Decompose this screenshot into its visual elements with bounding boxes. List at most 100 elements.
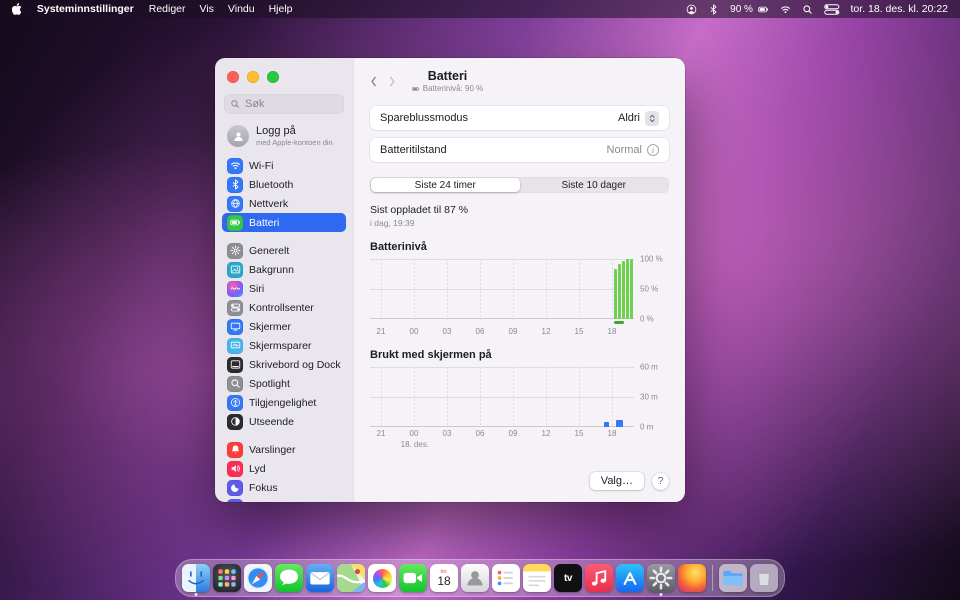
sidebar-item-spotlight[interactable]: Spotlight: [222, 374, 346, 393]
minimize-button[interactable]: [247, 71, 259, 83]
sidebar-item-bluetooth[interactable]: Bluetooth: [222, 175, 346, 194]
dock-item-music[interactable]: [585, 564, 613, 592]
search-input[interactable]: [245, 98, 338, 110]
y-tick-label: 0 %: [640, 315, 654, 324]
dock-item-messages[interactable]: [275, 564, 303, 592]
options-button[interactable]: Valg…: [590, 472, 644, 490]
x-tick-label: 15: [575, 327, 584, 336]
control-center-icon[interactable]: [824, 4, 840, 15]
bluetooth-icon: [227, 177, 243, 193]
sidebar-item-wifi[interactable]: Wi-Fi: [222, 156, 346, 175]
tv-app-icon: tv: [554, 564, 582, 592]
sidebar-item-label: Nettverk: [249, 198, 288, 210]
sign-in-row[interactable]: Logg på med Apple-kontoen din: [227, 125, 345, 147]
row-label: Batteritilstand: [380, 144, 447, 156]
menu-rediger[interactable]: Rediger: [149, 3, 186, 15]
sidebar-item-siri[interactable]: Siri: [222, 279, 346, 298]
dock-item-trash[interactable]: [750, 564, 778, 592]
dock-item-reminders[interactable]: [492, 564, 520, 592]
sidebar-item-fokus[interactable]: Fokus: [222, 478, 346, 497]
sidebar-item-skjermer[interactable]: Skjermer: [222, 317, 346, 336]
dock-item-contacts[interactable]: [461, 564, 489, 592]
dock-item-tv[interactable]: tv: [554, 564, 582, 592]
dock-item-notes[interactable]: [523, 564, 551, 592]
menu-vindu[interactable]: Vindu: [228, 3, 255, 15]
sidebar-item-label: Fokus: [249, 482, 278, 494]
sidebar-item-label: Skrivebord og Dock: [249, 359, 341, 371]
sidebar-item-lyd[interactable]: Lyd: [222, 459, 346, 478]
chart-bar: [618, 264, 621, 319]
chart-bar: [616, 420, 623, 427]
dock-item-downloads[interactable]: [719, 564, 747, 592]
speaker-icon: [227, 461, 243, 477]
menu-vis[interactable]: Vis: [200, 3, 214, 15]
bell-icon: [227, 442, 243, 458]
x-tick-label: 03: [443, 327, 452, 336]
dock-item-appstore[interactable]: [616, 564, 644, 592]
dock-item-safari[interactable]: [244, 564, 272, 592]
sidebar-item-label: Generelt: [249, 245, 289, 257]
segment-last-10-days[interactable]: Siste 10 dager: [520, 178, 669, 192]
apple-menu-icon[interactable]: [12, 3, 22, 15]
appstore-app-icon: [616, 564, 644, 592]
battery-icon[interactable]: [758, 4, 769, 15]
help-button[interactable]: ?: [652, 473, 669, 490]
bluetooth-icon[interactable]: [708, 4, 719, 15]
wifi-icon[interactable]: [780, 4, 791, 15]
window-controls: [215, 58, 353, 94]
sidebar-item-batteri[interactable]: Batteri: [222, 213, 346, 232]
sidebar-item-nettverk[interactable]: Nettverk: [222, 194, 346, 213]
low-power-mode-dropdown[interactable]: Aldri: [618, 111, 659, 126]
x-tick-label: 09: [509, 327, 518, 336]
hourglass-icon: [227, 499, 243, 503]
chevron-up-down-icon: [645, 111, 659, 126]
dock-item-system-settings[interactable]: [647, 564, 675, 592]
avatar: [227, 125, 249, 147]
x-tick-label: 21: [377, 429, 386, 438]
menubar-app-name[interactable]: Systeminnstillinger: [37, 3, 134, 15]
search-icon: [227, 376, 243, 392]
gear-icon: [227, 243, 243, 259]
zoom-button[interactable]: [267, 71, 279, 83]
dock-item-firefox[interactable]: [678, 564, 706, 592]
back-button[interactable]: [370, 76, 377, 87]
sidebar-item-label: Lyd: [249, 463, 266, 475]
close-button[interactable]: [227, 71, 239, 83]
dock-item-finder[interactable]: [182, 564, 210, 592]
chart-bar: [622, 261, 625, 319]
search-icon: [230, 99, 240, 109]
dock-item-launchpad[interactable]: [213, 564, 241, 592]
sidebar-search[interactable]: [224, 94, 344, 114]
running-indicator: [195, 593, 198, 596]
wallpaper-icon: [227, 262, 243, 278]
sidebar-item-label: Bakgrunn: [249, 264, 294, 276]
dock-item-maps[interactable]: [337, 564, 365, 592]
menubar-clock[interactable]: tor. 18. des. kl. 20:22: [851, 3, 948, 15]
last-charge-info: Sist oppladet til 87 % i dag, 19:39: [370, 204, 669, 228]
sidebar-item-varslinger[interactable]: Varslinger: [222, 440, 346, 459]
sidebar-item-skjermtid[interactable]: Skjermtid: [222, 497, 346, 502]
dock-item-calendar[interactable]: tor.18: [430, 564, 458, 592]
sidebar-item-bakgrunn[interactable]: Bakgrunn: [222, 260, 346, 279]
user-circle-icon[interactable]: [686, 4, 697, 15]
sidebar-item-tilgjengelighet[interactable]: Tilgjengelighet: [222, 393, 346, 412]
segment-last-24-hours[interactable]: Siste 24 timer: [371, 178, 520, 192]
sidebar-item-generelt[interactable]: Generelt: [222, 241, 346, 260]
sidebar-item-skjermsparer[interactable]: Skjermsparer: [222, 336, 346, 355]
dock-item-mail[interactable]: [306, 564, 334, 592]
forward-button[interactable]: [389, 76, 396, 87]
sidebar-item-utseende[interactable]: Utseende: [222, 412, 346, 431]
search-icon[interactable]: [802, 4, 813, 15]
row-label: Spareblussmodus: [380, 112, 468, 124]
appearance-icon: [227, 414, 243, 430]
toggles-icon: [227, 300, 243, 316]
dock-item-photos[interactable]: [368, 564, 396, 592]
sidebar-item-kontrollsenter[interactable]: Kontrollsenter: [222, 298, 346, 317]
chart-x-axis: 2100030609121518: [370, 427, 634, 438]
info-icon[interactable]: i: [647, 144, 659, 156]
sidebar-item-skrivebord-og-dock[interactable]: Skrivebord og Dock: [222, 355, 346, 374]
menu-hjelp[interactable]: Hjelp: [269, 3, 293, 15]
dock-item-facetime[interactable]: [399, 564, 427, 592]
last-charge-time: i dag, 19:39: [370, 218, 669, 228]
contacts-app-icon: [461, 564, 489, 592]
